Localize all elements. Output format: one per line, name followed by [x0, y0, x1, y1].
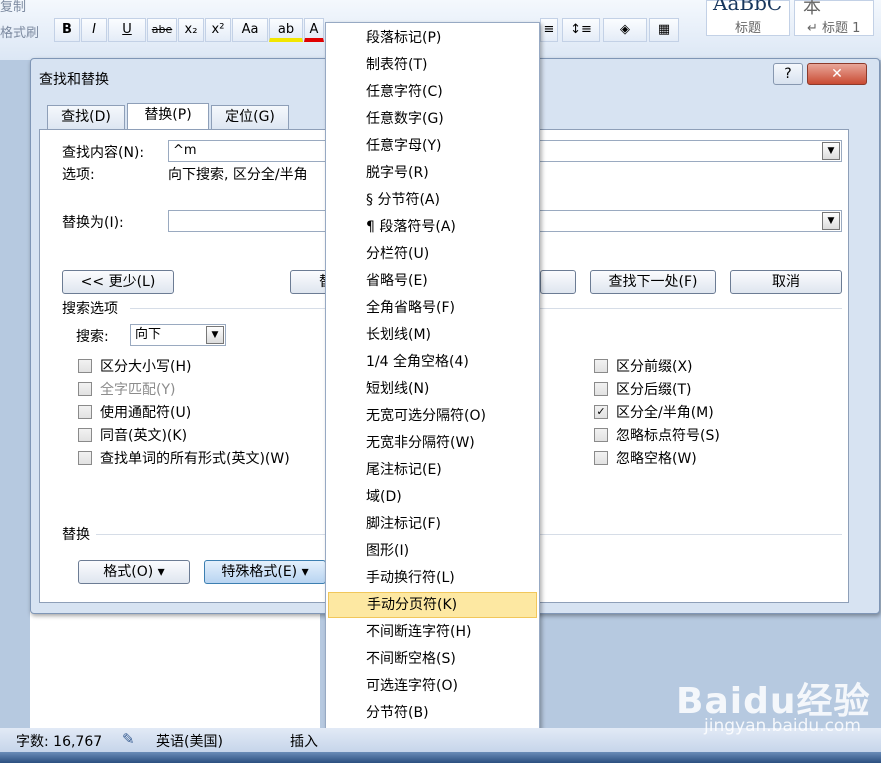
subscript-button[interactable]: x₂	[178, 18, 204, 42]
match-option-checkbox[interactable]: ✓	[594, 405, 608, 419]
cancel-button[interactable]: 取消	[730, 270, 842, 294]
watermark-url: jingyan.baidu.com	[704, 716, 861, 736]
find-next-button[interactable]: 查找下一处(F)	[590, 270, 716, 294]
menu-item[interactable]: 脱字号(R)	[328, 160, 537, 186]
search-option-checkbox[interactable]	[78, 451, 92, 465]
menu-item[interactable]: 无宽可选分隔符(O)	[328, 403, 537, 429]
search-option-label: 使用通配符(U)	[100, 405, 192, 421]
style-title-label: 标题	[735, 21, 762, 36]
bold-button[interactable]: B	[54, 18, 80, 42]
change-case-button[interactable]: Aa	[232, 18, 268, 42]
dialog-title: 查找和替换	[39, 72, 109, 88]
style-heading1-gallery-item[interactable]: 本 ↵ 标题 1	[794, 0, 874, 36]
menu-item[interactable]: 任意字母(Y)	[328, 133, 537, 159]
copy-label[interactable]: 复制	[0, 0, 26, 15]
search-option-label: 同音(英文)(K)	[100, 428, 188, 444]
replace-heading: 替换	[62, 527, 90, 543]
find-history-dropdown[interactable]: ▼	[822, 142, 840, 160]
format-button[interactable]: 格式(O) ▾	[78, 560, 190, 584]
menu-item[interactable]: 手动换行符(L)	[328, 565, 537, 591]
menu-item[interactable]: § 分节符(A)	[328, 187, 537, 213]
tab-replace[interactable]: 替换(P)	[127, 103, 209, 129]
tab-goto[interactable]: 定位(G)	[211, 105, 289, 129]
language-indicator[interactable]: 英语(美国)	[156, 731, 223, 751]
special-format-button[interactable]: 特殊格式(E) ▾	[204, 560, 326, 584]
menu-item[interactable]: ¶ 段落符号(A)	[328, 214, 537, 240]
search-option-checkbox[interactable]	[78, 428, 92, 442]
menu-item[interactable]: 脚注标记(F)	[328, 511, 537, 537]
options-value: 向下搜索, 区分全/半角	[168, 167, 308, 183]
replace-button-partial[interactable]	[540, 270, 576, 294]
menu-item[interactable]: 域(D)	[328, 484, 537, 510]
less-button[interactable]: << 更少(L)	[62, 270, 174, 294]
align-justify-icon[interactable]: ≡	[540, 18, 558, 42]
menu-item[interactable]: 尾注标记(E)	[328, 457, 537, 483]
highlight-icon[interactable]: ab	[269, 18, 303, 42]
special-format-menu: 段落标记(P) 制表符(T) 任意字符(C) 任意数字(G) 任意字母(Y) 脱字号(R)…	[325, 22, 540, 753]
insert-mode-indicator[interactable]: 插入	[290, 731, 318, 751]
close-button[interactable]: ✕	[807, 63, 867, 85]
format-painter-label[interactable]: 格式刷	[0, 22, 39, 41]
word-count[interactable]: 字数: 16,767	[16, 731, 102, 751]
font-color-icon[interactable]: A	[304, 18, 324, 42]
search-direction-dropdown[interactable]: ▼	[206, 326, 224, 344]
search-direction-label: 搜索:	[76, 329, 109, 345]
strikethrough-button[interactable]: abe	[147, 18, 177, 42]
proofing-icon[interactable]: ✎	[122, 730, 135, 748]
shading-icon[interactable]: ◈	[603, 18, 647, 42]
menu-item[interactable]: 1/4 全角空格(4)	[328, 349, 537, 375]
replace-label: 替换为(I):	[62, 215, 124, 231]
match-option-checkbox[interactable]	[594, 451, 608, 465]
superscript-button[interactable]: x²	[205, 18, 231, 42]
menu-item[interactable]: 分节符(B)	[328, 700, 537, 726]
menu-item[interactable]: 手动分页符(K)	[328, 592, 537, 618]
line-spacing-icon[interactable]: ↕≡	[562, 18, 600, 42]
menu-item[interactable]: 任意字符(C)	[328, 79, 537, 105]
search-option-label: 区分大小写(H)	[100, 359, 192, 375]
italic-button[interactable]: I	[81, 18, 107, 42]
match-option-checkbox[interactable]	[594, 428, 608, 442]
match-option-label: 区分全/半角(M)	[616, 405, 714, 421]
search-option-checkbox[interactable]	[78, 382, 92, 396]
taskbar	[0, 752, 881, 763]
menu-item[interactable]: 长划线(M)	[328, 322, 537, 348]
menu-item[interactable]: 图形(I)	[328, 538, 537, 564]
search-options-heading: 搜索选项	[62, 301, 118, 317]
menu-item[interactable]: 不间断连字符(H)	[328, 619, 537, 645]
match-option-label: 区分后缀(T)	[616, 382, 692, 398]
style-title-gallery-item[interactable]: AaBbC 标题	[706, 0, 790, 36]
menu-item[interactable]: 全角省略号(F)	[328, 295, 537, 321]
style-heading1-label: ↵ 标题 1	[807, 21, 861, 36]
match-option-checkbox[interactable]	[594, 382, 608, 396]
menu-item[interactable]: 省略号(E)	[328, 268, 537, 294]
match-option-label: 忽略空格(W)	[616, 451, 697, 467]
menu-item[interactable]: 可选连字符(O)	[328, 673, 537, 699]
search-option-label: 全字匹配(Y)	[100, 382, 176, 398]
match-option-label: 区分前缀(X)	[616, 359, 693, 375]
options-label: 选项:	[62, 167, 95, 183]
replace-all-button[interactable]: 替	[290, 270, 333, 294]
menu-item[interactable]: 制表符(T)	[328, 52, 537, 78]
menu-item[interactable]: 分栏符(U)	[328, 241, 537, 267]
menu-item[interactable]: 不间断空格(S)	[328, 646, 537, 672]
search-option-label: 查找单词的所有形式(英文)(W)	[100, 451, 290, 467]
tab-find[interactable]: 查找(D)	[47, 105, 125, 129]
help-button[interactable]: ?	[773, 63, 803, 85]
menu-item[interactable]: 段落标记(P)	[328, 25, 537, 51]
find-label: 查找内容(N):	[62, 145, 145, 161]
borders-icon[interactable]: ▦	[649, 18, 679, 42]
menu-item[interactable]: 短划线(N)	[328, 376, 537, 402]
match-option-checkbox[interactable]	[594, 359, 608, 373]
style-preview: AaBbC	[713, 0, 783, 15]
search-option-checkbox[interactable]	[78, 405, 92, 419]
menu-item[interactable]: 无宽非分隔符(W)	[328, 430, 537, 456]
menu-item[interactable]: 任意数字(G)	[328, 106, 537, 132]
replace-history-dropdown[interactable]: ▼	[822, 212, 840, 230]
match-option-label: 忽略标点符号(S)	[616, 428, 720, 444]
underline-button[interactable]: U	[108, 18, 146, 42]
search-option-checkbox[interactable]	[78, 359, 92, 373]
